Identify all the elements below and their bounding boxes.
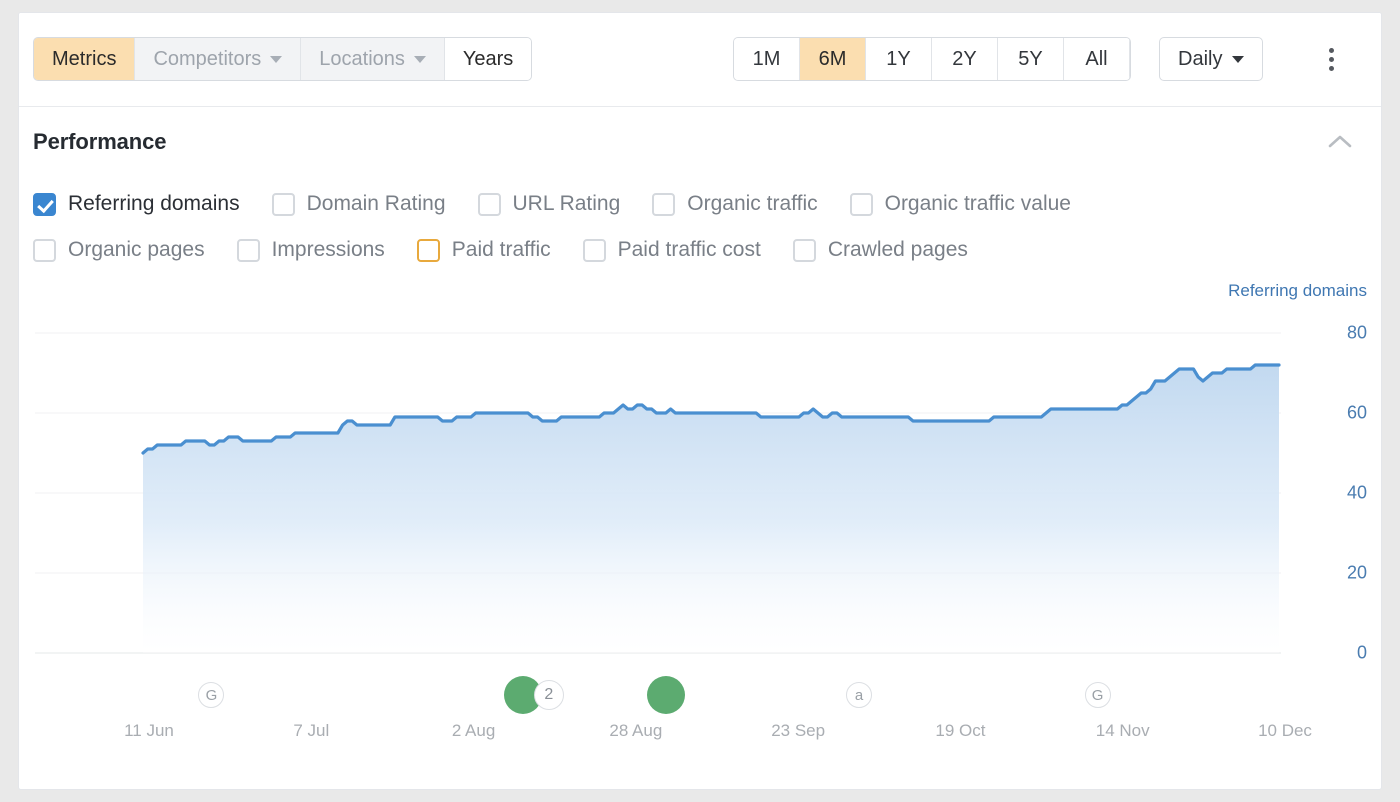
metric-crawled-pages[interactable]: Crawled pages [793,238,968,262]
tab-years-label: Years [463,48,513,71]
metric-label: Crawled pages [828,238,968,262]
x-axis-tick-label: 19 Oct [935,721,985,741]
annotation-google-update-icon[interactable]: G [1085,682,1111,708]
annotation-google-update-icon[interactable]: G [198,682,224,708]
metric-toggles: Referring domains Domain Rating URL Rati… [19,163,1381,273]
tab-competitors[interactable]: Competitors [135,38,301,80]
metric-label: Organic traffic value [885,192,1071,216]
range-5y-label: 5Y [1018,48,1042,71]
range-6m[interactable]: 6M [800,38,866,80]
metric-label: Organic pages [68,238,205,262]
chevron-down-icon [414,56,426,63]
metric-label: Referring domains [68,192,240,216]
checkbox-icon[interactable] [417,239,440,262]
range-2y-label: 2Y [952,48,976,71]
date-range-selector: 1M 6M 1Y 2Y 5Y All [733,37,1131,81]
range-1m[interactable]: 1M [734,38,800,80]
chart-plot[interactable]: 0 20 40 60 80 [19,313,1381,693]
x-axis-tick-label: 23 Sep [771,721,825,741]
x-axis-tick-label: 7 Jul [293,721,329,741]
range-all-label: All [1085,48,1107,71]
y-axis-tick-label: 60 [1317,403,1367,424]
metric-row-2: Organic pages Impressions Paid traffic P… [33,227,1367,273]
range-1y[interactable]: 1Y [866,38,932,80]
chevron-up-icon[interactable] [1325,131,1355,153]
x-axis-tick-label: 10 Dec [1258,721,1312,741]
metric-label: Impressions [272,238,385,262]
metric-label: Paid traffic cost [618,238,761,262]
metric-impressions[interactable]: Impressions [237,238,385,262]
checkbox-icon[interactable] [583,239,606,262]
range-all[interactable]: All [1064,38,1130,80]
section-header: Performance [19,107,1381,163]
x-axis-tick-label: 2 Aug [452,721,496,741]
chevron-down-icon [270,56,282,63]
tab-competitors-label: Competitors [153,48,261,71]
metric-domain-rating[interactable]: Domain Rating [272,192,446,216]
annotation-count-badge[interactable]: 2 [534,680,564,710]
y-axis-tick-label: 80 [1317,323,1367,344]
range-2y[interactable]: 2Y [932,38,998,80]
checkbox-icon[interactable] [652,193,675,216]
performance-panel: Metrics Competitors Locations Years 1M 6… [18,12,1382,790]
checkbox-icon[interactable] [33,239,56,262]
x-axis-tick-label: 14 Nov [1096,721,1150,741]
granularity-label: Daily [1178,48,1222,71]
page-title: Performance [33,129,1367,155]
metric-paid-traffic-cost[interactable]: Paid traffic cost [583,238,761,262]
metric-organic-traffic-value[interactable]: Organic traffic value [850,192,1071,216]
y-axis-tick-label: 20 [1317,563,1367,584]
metric-paid-traffic[interactable]: Paid traffic [417,238,551,262]
more-vertical-icon[interactable] [1309,37,1353,81]
tab-locations[interactable]: Locations [301,38,445,80]
tab-locations-label: Locations [319,48,405,71]
performance-chart: Referring domains 0 20 40 60 80 11 Jun 7 Jul 2… [19,281,1381,741]
annotation-ahrefs-update-icon[interactable]: a [846,682,872,708]
checkbox-icon[interactable] [272,193,295,216]
checkbox-icon[interactable] [478,193,501,216]
metric-label: Organic traffic [687,192,817,216]
checkbox-icon[interactable] [237,239,260,262]
range-5y[interactable]: 5Y [998,38,1064,80]
top-toolbar: Metrics Competitors Locations Years 1M 6… [19,13,1381,107]
range-6m-label: 6M [819,48,847,71]
view-tabs: Metrics Competitors Locations Years [33,37,532,81]
metric-organic-pages[interactable]: Organic pages [33,238,205,262]
tab-years[interactable]: Years [445,38,531,80]
x-axis-tick-label: 11 Jun [124,721,174,741]
x-axis: 11 Jun 7 Jul 2 Aug 28 Aug 23 Sep 19 Oct 14 Nov… [19,693,1381,741]
tab-metrics[interactable]: Metrics [34,38,135,80]
granularity-dropdown[interactable]: Daily [1159,37,1263,81]
y-axis-tick-label: 40 [1317,483,1367,504]
metric-label: Domain Rating [307,192,446,216]
metric-organic-traffic[interactable]: Organic traffic [652,192,817,216]
y-axis-tick-label: 0 [1317,643,1367,664]
chart-legend-referring-domains[interactable]: Referring domains [1228,281,1367,301]
range-1m-label: 1M [753,48,781,71]
checkbox-icon[interactable] [793,239,816,262]
metric-label: Paid traffic [452,238,551,262]
annotation-event-dot[interactable] [647,676,685,714]
metric-url-rating[interactable]: URL Rating [478,192,621,216]
metric-referring-domains[interactable]: Referring domains [33,192,240,216]
checkbox-icon[interactable] [33,193,56,216]
x-axis-tick-label: 28 Aug [609,721,662,741]
tab-metrics-label: Metrics [52,48,116,71]
chevron-down-icon [1232,56,1244,63]
checkbox-icon[interactable] [850,193,873,216]
metric-label: URL Rating [513,192,621,216]
range-1y-label: 1Y [886,48,910,71]
metric-row-1: Referring domains Domain Rating URL Rati… [33,181,1367,227]
